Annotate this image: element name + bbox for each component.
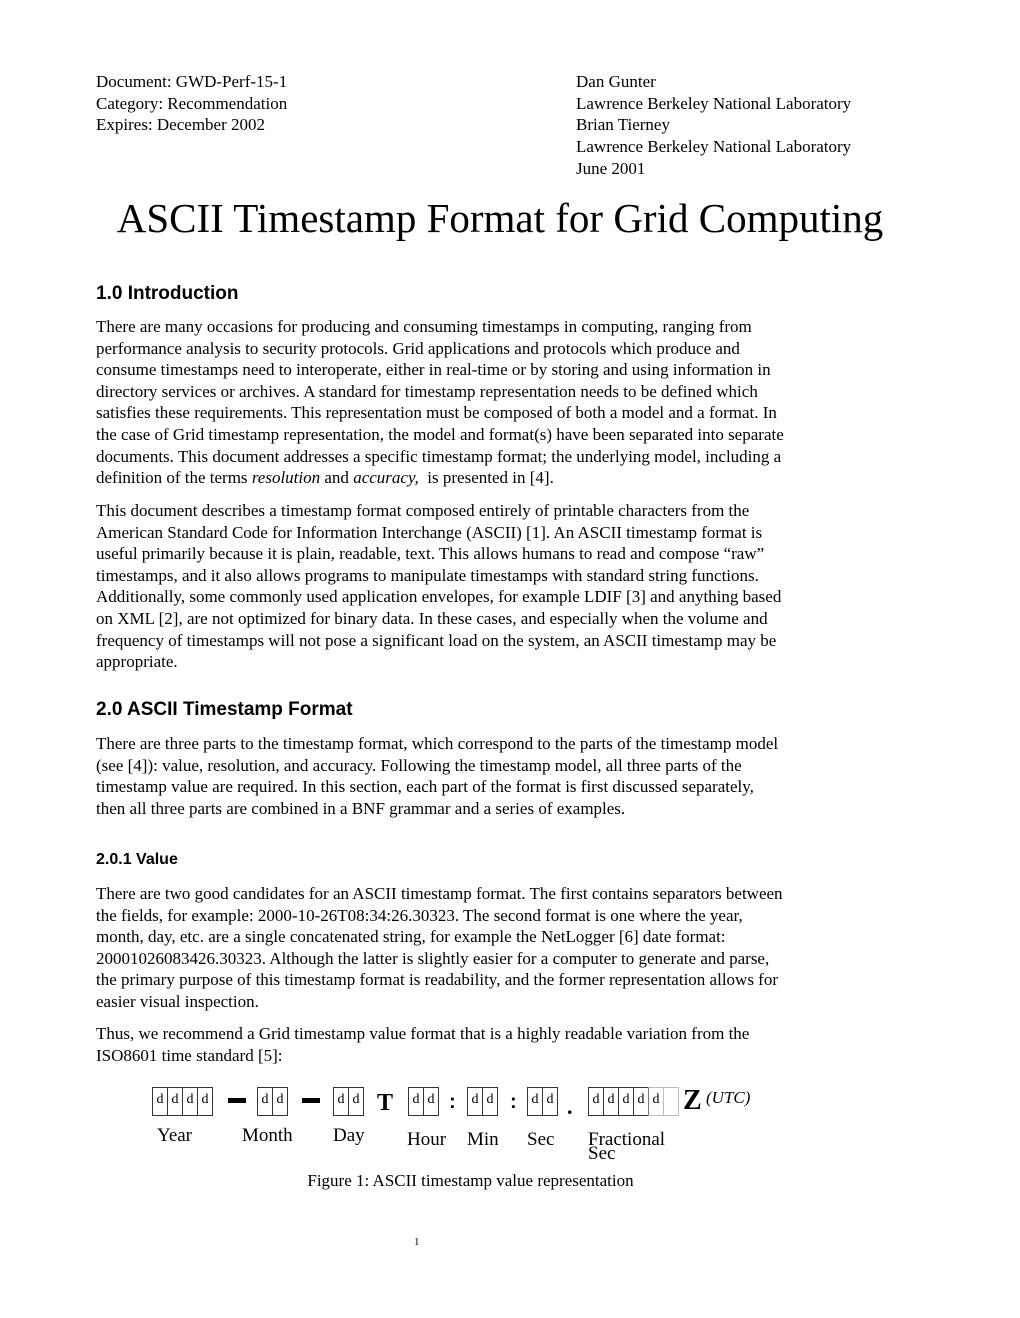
digit-box: d <box>333 1087 348 1116</box>
digit-box: d <box>408 1087 423 1116</box>
digit-box: d <box>527 1087 542 1116</box>
text-line: documents. This document addresses a spe… <box>96 446 782 466</box>
intro-paragraph-1: There are many occasions for producing a… <box>96 316 906 489</box>
text-line: the case of Grid timestamp representatio… <box>96 424 784 444</box>
label-day: Day <box>333 1125 365 1146</box>
colon-separator: : <box>510 1091 517 1113</box>
text-fragment: is presented in [4]. <box>418 468 554 488</box>
digit-box: d <box>482 1087 498 1116</box>
document-metadata: Document: GWD-Perf-15-1 Category: Recomm… <box>96 71 287 136</box>
label-sec: Sec <box>527 1129 555 1150</box>
document-title-text: ASCII Timestamp Format for Grid Computin… <box>116 195 884 241</box>
month-digit-boxes: d d <box>257 1087 288 1116</box>
text-line: directory services or archives. A standa… <box>96 381 758 401</box>
text-line: consume timestamps need to interoperate,… <box>96 360 771 380</box>
text-line: frequency of timestamps will not pose a … <box>96 630 777 650</box>
t-separator: T <box>377 1090 394 1116</box>
text-line: There are three parts to the timestamp f… <box>96 734 779 753</box>
text-line: timestamps, and it also allows programs … <box>96 565 759 585</box>
digit-box: d <box>423 1087 439 1116</box>
text-line: definition of the terms resolution and a… <box>96 467 906 489</box>
label-fractional-sec: Sec <box>588 1143 616 1164</box>
digit-box: d <box>272 1087 288 1116</box>
text-line: Thus, we recommend a Grid timestamp valu… <box>96 1024 750 1043</box>
label-month: Month <box>242 1125 293 1146</box>
document-date: June 2001 <box>576 158 646 178</box>
text-line: on XML [2], are not optimized for binary… <box>96 608 768 628</box>
term-accuracy: accuracy, <box>353 468 419 488</box>
second-digit-boxes: d d <box>527 1087 558 1116</box>
author-affiliation: Lawrence Berkeley National Laboratory <box>576 137 852 157</box>
text-line: American Standard Code for Information I… <box>96 522 763 542</box>
label-min: Min <box>467 1129 499 1150</box>
digit-box: d <box>257 1087 272 1116</box>
colon-separator: : <box>449 1091 456 1113</box>
author-name: Brian Tierney <box>576 115 670 135</box>
text-line: month, day, etc. are a single concatenat… <box>96 927 726 947</box>
day-digit-boxes: d d <box>333 1087 364 1116</box>
year-digit-boxes: d d d d <box>152 1087 213 1116</box>
hour-digit-boxes: d d <box>408 1087 439 1116</box>
digit-box: d <box>167 1087 182 1116</box>
text-line: This document describes a timestamp form… <box>96 501 750 520</box>
value-paragraph-1: There are two good candidates for an ASC… <box>96 883 906 1013</box>
text-line: There are many occasions for producing a… <box>96 317 752 336</box>
text-line: the primary purpose of this timestamp fo… <box>96 970 779 990</box>
digit-box: d <box>348 1087 364 1116</box>
section-heading-introduction: 1.0 Introduction <box>96 283 239 304</box>
section-heading-value: 2.0.1 Value <box>96 851 178 868</box>
text-fragment: definition of the terms <box>96 468 252 488</box>
section-heading-format: 2.0 ASCII Timestamp Format <box>96 699 353 720</box>
text-line: (see [4]): value, resolution, and accura… <box>96 755 742 775</box>
text-line: There are two good candidates for an ASC… <box>96 884 783 903</box>
term-resolution: resolution <box>251 468 321 488</box>
digit-box: d <box>633 1087 648 1116</box>
text-line: 20001026083426.30323. Although the latte… <box>96 948 770 968</box>
text-line: performance analysis to security protoco… <box>96 338 740 358</box>
value-paragraph-2: Thus, we recommend a Grid timestamp valu… <box>96 1023 906 1066</box>
text-line: appropriate. <box>96 652 178 672</box>
digit-box: d <box>603 1087 618 1116</box>
digit-box: d <box>467 1087 482 1116</box>
digit-box: d <box>182 1087 197 1116</box>
document-category: Category: Recommendation <box>96 93 288 113</box>
digit-box: d <box>542 1087 558 1116</box>
document-id: Document: GWD-Perf-15-1 <box>96 72 288 91</box>
label-hour: Hour <box>407 1129 447 1150</box>
intro-paragraph-2: This document describes a timestamp form… <box>96 500 906 673</box>
text-line: useful primarily because it is plain, re… <box>96 544 765 564</box>
fractional-digit-boxes: d d d d d <box>588 1087 679 1116</box>
author-affiliation: Lawrence Berkeley National Laboratory <box>576 93 852 113</box>
text-fragment: and <box>320 468 354 488</box>
utc-note: (UTC) <box>706 1088 751 1107</box>
dash-separator <box>228 1098 246 1103</box>
label-fractional: Fractional <box>588 1129 666 1150</box>
text-line: Additionally, some commonly used applica… <box>96 587 782 607</box>
digit-box: d <box>618 1087 633 1116</box>
text-line: easier visual inspection. <box>96 991 259 1011</box>
dash-separator <box>302 1098 320 1103</box>
text-line: then all three parts are combined in a B… <box>96 798 626 818</box>
empty-digit-box <box>663 1087 679 1116</box>
digit-box: d <box>152 1087 167 1116</box>
digit-box: d <box>648 1087 663 1116</box>
figure-caption: Figure 1: ASCII timestamp value represen… <box>307 1171 634 1190</box>
authors-block: Dan Gunter Lawrence Berkeley National La… <box>576 71 851 180</box>
format-paragraph-1: There are three parts to the timestamp f… <box>96 733 906 819</box>
text-line: the fields, for example: 2000-10-26T08:3… <box>96 905 743 925</box>
document-expiry: Expires: December 2002 <box>96 115 265 135</box>
digit-box: d <box>588 1087 603 1116</box>
dot-separator: . <box>567 1094 573 1119</box>
page-number: 1 <box>414 1236 420 1248</box>
text-line: timestamp value are required. In this se… <box>96 777 754 797</box>
author-name: Dan Gunter <box>576 72 656 91</box>
text-line: satisfies these requirements. This repre… <box>96 403 777 423</box>
digit-box: d <box>197 1087 213 1116</box>
document-title: ASCII Timestamp Format for Grid Computin… <box>0 193 1000 243</box>
text-line: ISO8601 time standard [5]: <box>96 1045 283 1065</box>
minute-digit-boxes: d d <box>467 1087 498 1116</box>
label-year: Year <box>157 1125 193 1146</box>
z-designator: Z <box>683 1085 702 1116</box>
